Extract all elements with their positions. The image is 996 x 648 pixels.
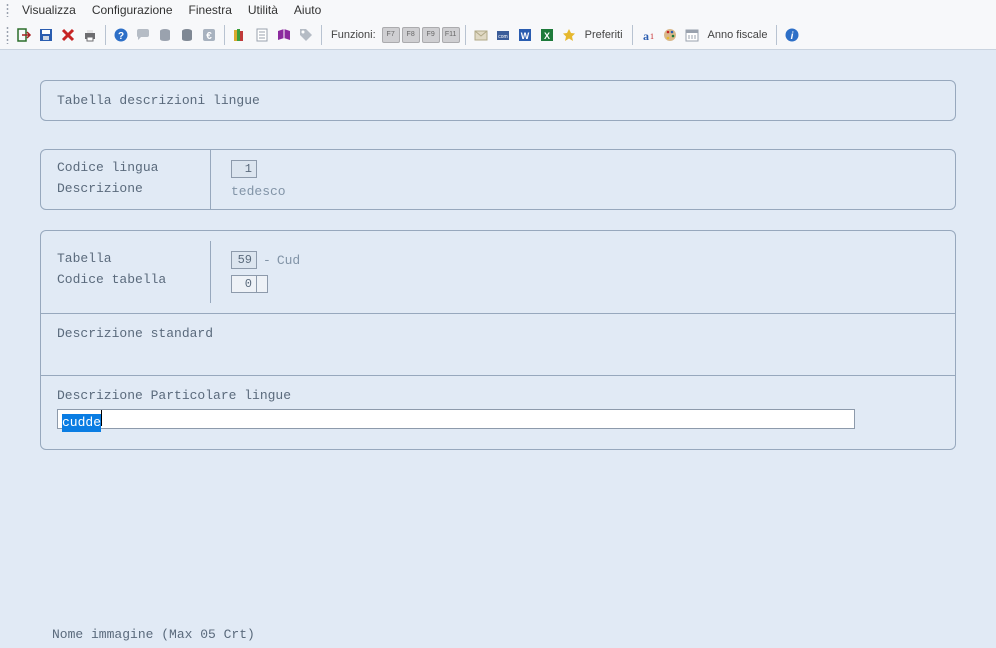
document-icon[interactable] [252,25,272,45]
descrizione-particolare-section: Descrizione Particolare lingue cudde [41,376,955,449]
title-panel: Tabella descrizioni lingue [40,80,956,121]
descrizione-label: Descrizione [57,181,194,196]
svg-text:X: X [544,31,550,41]
content-area: Tabella descrizioni lingue Codice lingua… [0,50,996,450]
codice-tabella-input[interactable] [231,275,257,293]
descrizione-particolare-input[interactable]: cudde [57,409,855,429]
word-icon[interactable]: W [515,25,535,45]
svg-text:?: ? [118,31,124,42]
codice-tabella-lookup-button[interactable] [256,275,268,293]
page-title: Tabella descrizioni lingue [57,93,260,108]
svg-text:com: com [498,34,507,40]
lingua-panel: Codice lingua Descrizione tedesco [40,149,956,210]
menu-utilita[interactable]: Utilità [242,1,284,19]
print-icon[interactable] [80,25,100,45]
save-icon[interactable] [36,25,56,45]
svg-text:i: i [791,31,794,42]
menu-aiuto[interactable]: Aiuto [288,1,327,19]
excel-icon[interactable]: X [537,25,557,45]
info-icon[interactable]: i [782,25,802,45]
menu-finestra[interactable]: Finestra [183,1,238,19]
descrizione-particolare-label: Descrizione Particolare lingue [57,388,939,403]
database-icon[interactable] [155,25,175,45]
tag-icon[interactable] [296,25,316,45]
menu-configurazione[interactable]: Configurazione [86,1,179,19]
anno-fiscale-label[interactable]: Anno fiscale [704,29,772,41]
book-icon[interactable] [274,25,294,45]
codice-tabella-label: Codice tabella [57,272,194,287]
help-icon[interactable]: ? [111,25,131,45]
codice-lingua-input[interactable] [231,160,257,178]
svg-text:€: € [206,31,212,42]
tabella-name: Cud [277,253,300,268]
f11-key[interactable]: F11 [442,27,460,43]
toolbar-grip-icon [6,3,9,17]
euro-icon[interactable]: € [199,25,219,45]
books-icon[interactable] [230,25,250,45]
descrizione-value: tedesco [231,184,286,199]
descrizione-standard-label: Descrizione standard [57,326,939,341]
font-icon[interactable]: a1 [638,25,658,45]
toolbar: ? € Funzioni: F7 F8 F9 F11 com W X Pr [0,20,996,50]
chat-icon[interactable] [133,25,153,45]
funzioni-label: Funzioni: [327,29,380,41]
star-icon[interactable] [559,25,579,45]
footer-nome-immagine-label: Nome immagine (Max 05 Crt) [40,623,267,642]
menu-bar: Visualizza Configurazione Finestra Utili… [0,0,996,20]
tabella-code-input[interactable] [231,251,257,269]
tabella-panel: Tabella Codice tabella - Cud Descrizione… [40,230,956,450]
mail-icon[interactable] [471,25,491,45]
f7-key[interactable]: F7 [382,27,400,43]
tabella-label: Tabella [57,251,194,266]
tabella-separator: - [263,253,271,268]
f8-key[interactable]: F8 [402,27,420,43]
exit-icon[interactable] [14,25,34,45]
descrizione-standard-section: Descrizione standard [41,314,955,376]
com-icon[interactable]: com [493,25,513,45]
svg-text:a: a [643,29,649,43]
palette-icon[interactable] [660,25,680,45]
database2-icon[interactable] [177,25,197,45]
preferiti-label[interactable]: Preferiti [581,29,627,41]
delete-icon[interactable] [58,25,78,45]
menu-visualizza[interactable]: Visualizza [16,1,82,19]
toolbar-grip-icon [6,26,9,44]
svg-text:1: 1 [650,32,654,41]
codice-lingua-label: Codice lingua [57,160,194,175]
svg-text:W: W [520,31,529,41]
calendar-icon[interactable] [682,25,702,45]
f9-key[interactable]: F9 [422,27,440,43]
